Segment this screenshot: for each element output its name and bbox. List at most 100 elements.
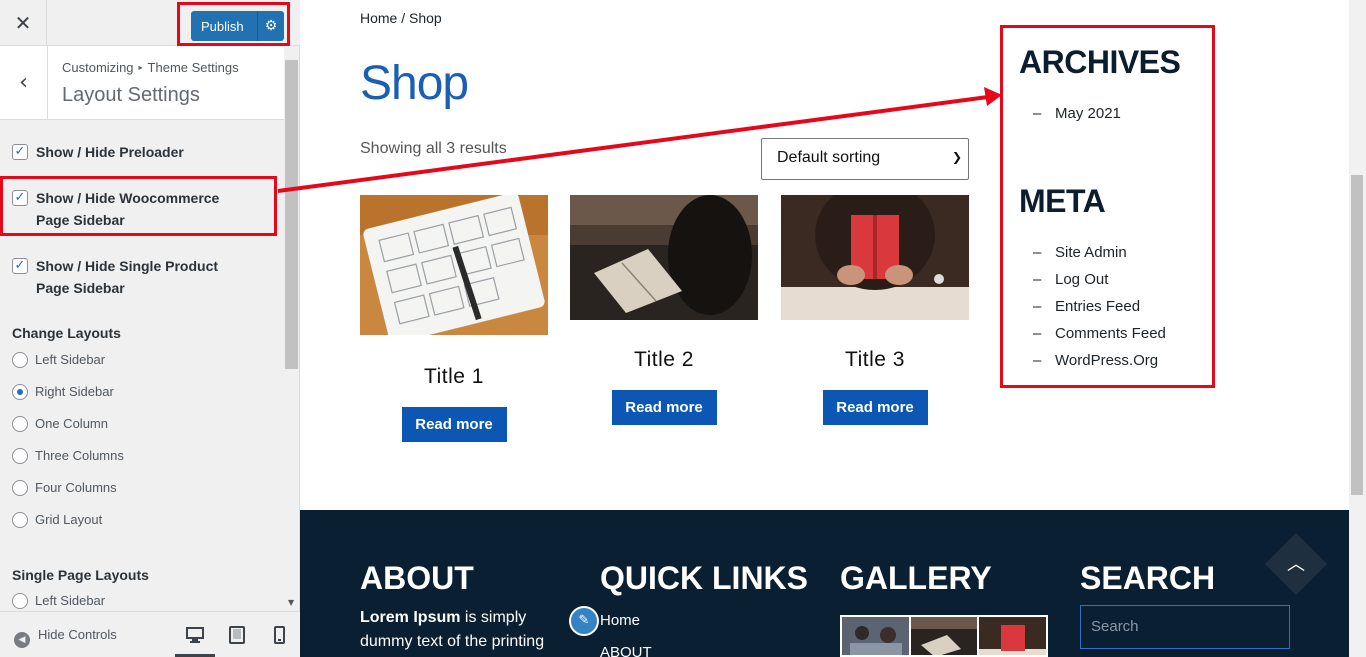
meta-title: META	[1019, 183, 1106, 219]
archive-link-label: May 2021	[1055, 105, 1121, 122]
meta-link-label: Comments Feed	[1055, 325, 1166, 342]
product-title[interactable]: Title 2	[570, 348, 758, 372]
radio-selected-icon	[12, 384, 28, 400]
sorting-selected-value: Default sorting	[777, 149, 881, 166]
customizer-breadcrumb: Customizing ▸ Theme Settings	[62, 60, 239, 75]
scrollbar-thumb[interactable]	[285, 60, 298, 369]
desktop-icon[interactable]	[175, 626, 215, 657]
tablet-icon[interactable]	[228, 626, 246, 644]
meta-link-label: WordPress.Org	[1055, 352, 1159, 369]
radio-label: Three Columns	[35, 448, 124, 463]
hide-controls-button[interactable]: ◀ Hide Controls	[14, 627, 117, 648]
footer-quick-links-title: QUICK LINKS	[600, 560, 808, 596]
product-card: Title 1 Read more	[360, 195, 548, 442]
site-footer: ABOUT Lorem Ipsum is simply dummy text o…	[300, 510, 1349, 657]
woocommerce-sidebar-checkbox[interactable]: ✓ Show / Hide Woocommerce Page Sidebar	[12, 187, 252, 231]
section-title: Layout Settings	[62, 84, 200, 106]
read-more-button[interactable]: Read more	[822, 390, 928, 425]
chevron-left-icon: ‹	[19, 70, 28, 95]
meta-link-label: Entries Feed	[1055, 298, 1141, 315]
sidebar-highlight: ARCHIVES – May 2021 META – Site Admin – Log…	[1000, 25, 1215, 388]
gallery-image[interactable]	[979, 617, 1047, 655]
layout-option-four-columns[interactable]: Four Columns	[12, 479, 117, 497]
list-dash: –	[1033, 352, 1042, 369]
radio-icon	[12, 416, 28, 432]
scroll-down-icon[interactable]: ▼	[288, 598, 294, 607]
product-image[interactable]	[360, 195, 548, 335]
checkbox-label: Show / Hide Woocommerce Page Sidebar	[36, 190, 220, 228]
section-header: ‹ Customizing ▸ Theme Settings Layout Sett…	[0, 46, 284, 120]
gallery-image[interactable]	[842, 617, 909, 655]
meta-link[interactable]: – Log Out	[1033, 271, 1108, 288]
chevron-down-icon: ❯	[951, 150, 962, 164]
product-card: Title 2 Read more	[570, 195, 758, 425]
footer-about-title: ABOUT	[360, 560, 474, 596]
checkbox-label: Show / Hide Preloader	[36, 144, 184, 160]
footer-link-home[interactable]: Home	[600, 612, 640, 629]
checkbox-checked-icon: ✓	[12, 190, 28, 206]
radio-icon	[12, 352, 28, 368]
customizer-panel: ✕ Publish ⚙ ‹ Customizing ▸ Theme Settings…	[0, 0, 300, 657]
archive-link[interactable]: – May 2021	[1033, 105, 1121, 122]
read-more-button[interactable]: Read more	[611, 390, 717, 425]
breadcrumb-root: Customizing	[62, 60, 134, 75]
product-card: Title 3 Read more	[781, 195, 969, 425]
layout-option-one-column[interactable]: One Column	[12, 415, 108, 433]
product-image[interactable]	[570, 195, 758, 320]
meta-link-label: Log Out	[1055, 271, 1109, 288]
chevron-up-icon[interactable]: ︿	[1284, 550, 1308, 575]
preloader-checkbox[interactable]: ✓ Show / Hide Preloader	[12, 141, 184, 163]
shop-breadcrumb[interactable]: Home / Shop	[360, 10, 442, 26]
footer-gallery	[840, 615, 1048, 657]
radio-icon	[12, 448, 28, 464]
panel-controls: ✓ Show / Hide Preloader ✓ Show / Hide Wo…	[0, 120, 284, 611]
page-title: Shop	[360, 57, 469, 110]
site-preview: Home / Shop Shop Showing all 3 results D…	[300, 0, 1366, 657]
collapse-icon: ◀	[14, 632, 30, 648]
mobile-icon[interactable]	[270, 626, 288, 644]
single-page-layouts-title: Single Page Layouts	[12, 567, 149, 583]
breadcrumb-parent: Theme Settings	[147, 60, 239, 75]
layout-option-right-sidebar[interactable]: Right Sidebar	[12, 383, 114, 401]
meta-link[interactable]: – WordPress.Org	[1033, 352, 1158, 369]
product-title[interactable]: Title 1	[360, 365, 548, 389]
panel-header: ✕ Publish ⚙	[0, 0, 300, 46]
list-dash: –	[1033, 298, 1042, 315]
archives-title: ARCHIVES	[1019, 44, 1181, 80]
gallery-image[interactable]	[910, 617, 978, 655]
radio-icon	[12, 593, 28, 609]
product-title[interactable]: Title 3	[781, 348, 969, 372]
list-dash: –	[1033, 271, 1042, 288]
close-button[interactable]: ✕	[0, 0, 47, 46]
single-layout-option-left-sidebar[interactable]: Left Sidebar	[12, 592, 105, 610]
gear-icon[interactable]: ⚙	[258, 18, 284, 34]
edit-shortcut-icon[interactable]: ✎	[569, 606, 599, 636]
layout-option-grid-layout[interactable]: Grid Layout	[12, 511, 102, 529]
preview-scrollbar[interactable]	[1349, 0, 1366, 657]
radio-icon	[12, 480, 28, 496]
product-image[interactable]	[781, 195, 969, 320]
footer-link-about[interactable]: ABOUT	[600, 644, 652, 657]
footer-search-input[interactable]: Search	[1080, 605, 1290, 649]
sorting-select[interactable]: Default sorting ❯	[761, 138, 969, 180]
footer-about-text: Lorem Ipsum is simply dummy text of the …	[360, 606, 560, 654]
layout-option-three-columns[interactable]: Three Columns	[12, 447, 124, 465]
about-bold: Lorem Ipsum	[360, 609, 461, 626]
read-more-button[interactable]: Read more	[401, 407, 507, 442]
meta-link[interactable]: – Site Admin	[1033, 244, 1127, 261]
change-layouts-title: Change Layouts	[12, 325, 121, 341]
publish-highlight: Publish ⚙	[177, 2, 290, 46]
scrollbar-thumb[interactable]	[1351, 175, 1363, 495]
meta-link[interactable]: – Entries Feed	[1033, 298, 1140, 315]
meta-link[interactable]: – Comments Feed	[1033, 325, 1166, 342]
panel-scrollbar[interactable]: ▼	[284, 46, 299, 611]
footer-gallery-title: GALLERY	[840, 560, 992, 596]
back-button[interactable]: ‹	[0, 46, 48, 119]
checkbox-label: Show / Hide Single Product Page Sidebar	[36, 258, 219, 296]
publish-label: Publish	[201, 18, 244, 34]
layout-option-left-sidebar[interactable]: Left Sidebar	[12, 351, 105, 369]
single-product-sidebar-checkbox[interactable]: ✓ Show / Hide Single Product Page Sideba…	[12, 255, 252, 299]
close-icon: ✕	[14, 11, 32, 35]
publish-button[interactable]: Publish ⚙	[191, 11, 284, 41]
list-dash: –	[1033, 325, 1042, 342]
